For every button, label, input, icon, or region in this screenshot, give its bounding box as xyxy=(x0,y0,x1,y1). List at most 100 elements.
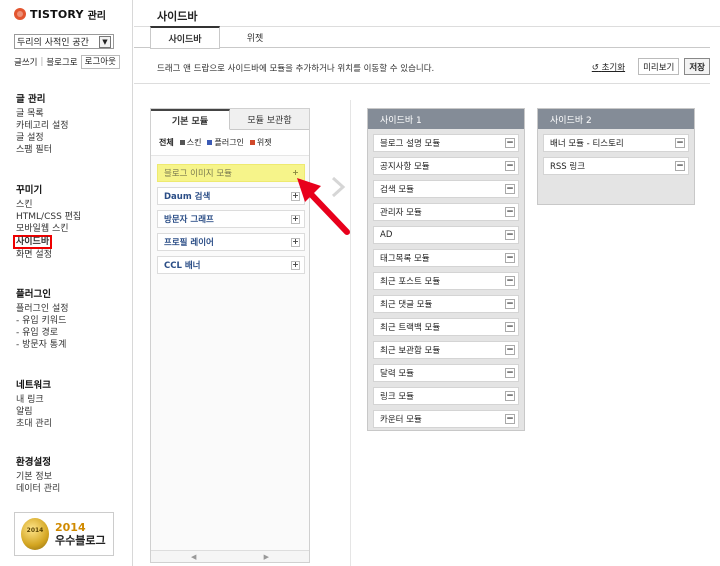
remove-icon[interactable]: − xyxy=(505,414,515,424)
remove-icon[interactable]: − xyxy=(675,161,685,171)
nav-group-title: 환경설정 xyxy=(16,457,51,468)
remove-icon[interactable]: − xyxy=(505,184,515,194)
sidebar-module[interactable]: 최근 댓글 모듈 − xyxy=(373,295,519,313)
module-item[interactable]: Daum 검색 + xyxy=(157,187,305,205)
excellent-blog-badge: 2014 2014 우수블로그 xyxy=(14,512,114,556)
write-link[interactable]: 글쓰기 xyxy=(14,56,37,68)
nav-item-html-css[interactable]: HTML/CSS 편집 xyxy=(16,211,126,223)
blog-select[interactable]: 두리의 사적인 공간 ▼ xyxy=(14,34,114,49)
nav-group-settings: 환경설정 기본 정보 데이터 관리 xyxy=(16,454,126,495)
sidebar-module[interactable]: 검색 모듈 − xyxy=(373,180,519,198)
tistory-logo[interactable]: TISTORY 관리 xyxy=(14,7,106,22)
sidebar-module[interactable]: 블로그 설명 모듈 − xyxy=(373,134,519,152)
module-item[interactable]: 블로그 이미지 모듈 + xyxy=(157,164,305,182)
module-filter: 전체 스킨 플러그인 위젯 xyxy=(151,130,309,156)
nav-item-inflow-path[interactable]: - 유입 경로 xyxy=(16,327,126,339)
sidebar-module-label: 카운터 모듈 xyxy=(380,415,422,425)
medal-text: 2014 xyxy=(26,527,44,534)
remove-icon[interactable]: − xyxy=(505,299,515,309)
module-list: 블로그 이미지 모듈 + Daum 검색 + 방문자 그래프 + 프로필 레이어 + C… xyxy=(157,164,305,279)
tab-widget[interactable]: 위젯 xyxy=(220,26,290,48)
filter-plugin[interactable]: 플러그인 xyxy=(207,137,244,148)
remove-icon[interactable]: − xyxy=(505,322,515,332)
module-item[interactable]: 방문자 그래프 + xyxy=(157,210,305,228)
sidebar-module-label: 최근 트랙백 모듈 xyxy=(380,323,441,333)
logout-button[interactable]: 로그아웃 xyxy=(80,55,120,69)
nav-item-plugin-settings[interactable]: 플러그인 설정 xyxy=(16,303,126,315)
sidebar-module[interactable]: 최근 포스트 모듈 − xyxy=(373,272,519,290)
nav-item-invites[interactable]: 초대 관리 xyxy=(16,418,126,430)
add-icon[interactable]: + xyxy=(291,260,300,270)
sidebar-module[interactable]: 링크 모듈 − xyxy=(373,387,519,405)
scroll-left-icon[interactable]: ◀ xyxy=(191,553,196,561)
reset-label: 초기화 xyxy=(601,62,626,73)
module-item[interactable]: 프로필 레이어 + xyxy=(157,233,305,251)
tab-sidebar[interactable]: 사이드바 xyxy=(150,26,220,49)
nav-item-category-settings[interactable]: 카테고리 설정 xyxy=(16,120,126,132)
sidebar-module[interactable]: RSS 링크 − xyxy=(543,157,689,175)
left-navigation: TISTORY 관리 두리의 사적인 공간 ▼ 글쓰기 | 블로그로 로그아웃 … xyxy=(0,0,133,566)
nav-item-spam-filter[interactable]: 스팸 필터 xyxy=(16,144,126,156)
filter-widget[interactable]: 위젯 xyxy=(249,137,272,148)
sidebar-module[interactable]: 최근 트랙백 모듈 − xyxy=(373,318,519,336)
reset-button[interactable]: ↺ 초기화 xyxy=(592,61,625,73)
sidebar-module[interactable]: 관리자 모듈 − xyxy=(373,203,519,221)
plugin-color-icon xyxy=(207,140,213,145)
nav-item-mobile-skin[interactable]: 모바일웹 스킨 xyxy=(16,223,126,235)
remove-icon[interactable]: − xyxy=(675,138,685,148)
nav-item-my-links[interactable]: 내 링크 xyxy=(16,394,126,406)
divider xyxy=(134,83,710,84)
nav-item-notifications[interactable]: 알림 xyxy=(16,406,126,418)
description-text: 드래그 앤 드랍으로 사이드바에 모듈을 추가하거나 위치를 이동할 수 있습니… xyxy=(157,64,435,74)
sidebar-column-1: 사이드바 1 블로그 설명 모듈 − 공지사항 모듈 − 검색 모듈 − 관리자 모듈… xyxy=(367,108,525,431)
sidebar-module[interactable]: 태그목록 모듈 − xyxy=(373,249,519,267)
nav-item-post-settings[interactable]: 글 설정 xyxy=(16,132,126,144)
sidebar-module-label: 검색 모듈 xyxy=(380,185,414,195)
filter-widget-label: 위젯 xyxy=(256,138,272,147)
nav-item-inflow-keyword[interactable]: - 유입 키워드 xyxy=(16,315,126,327)
nav-item-skin[interactable]: 스킨 xyxy=(16,199,126,211)
remove-icon[interactable]: − xyxy=(505,138,515,148)
save-button[interactable]: 저장 xyxy=(684,58,710,75)
widget-color-icon xyxy=(249,140,255,145)
horizontal-scrollbar[interactable]: ◀ ▶ xyxy=(151,550,309,562)
sidebar-module[interactable]: AD − xyxy=(373,226,519,244)
nav-item-screen-settings[interactable]: 화면 설정 xyxy=(16,249,126,261)
sidebar-module[interactable]: 카운터 모듈 − xyxy=(373,410,519,428)
nav-item-data-management[interactable]: 데이터 관리 xyxy=(16,483,126,495)
go-to-blog-link[interactable]: 블로그로 xyxy=(46,56,77,68)
page-title: 사이드바 xyxy=(157,10,198,23)
divider xyxy=(350,100,351,566)
sidebar-module[interactable]: 달력 모듈 − xyxy=(373,364,519,382)
tab-basic-modules[interactable]: 기본 모듈 xyxy=(151,109,230,130)
nav-item-visitor-stats[interactable]: - 방문자 통계 xyxy=(16,339,126,351)
remove-icon[interactable]: − xyxy=(505,207,515,217)
sidebar-module-label: 배너 모듈 - 티스토리 xyxy=(550,139,624,149)
remove-icon[interactable]: − xyxy=(505,161,515,171)
add-icon[interactable]: + xyxy=(291,237,300,247)
remove-icon[interactable]: − xyxy=(505,276,515,286)
filter-skin-label: 스킨 xyxy=(186,138,202,147)
filter-all[interactable]: 전체 xyxy=(159,137,174,148)
sidebar-module-label: 달력 모듈 xyxy=(380,369,414,379)
sidebar-module-label: 최근 포스트 모듈 xyxy=(380,277,441,287)
nav-item-sidebar[interactable]: 사이드바 xyxy=(13,235,53,249)
tab-module-storage[interactable]: 모듈 보관함 xyxy=(230,109,309,130)
remove-icon[interactable]: − xyxy=(505,230,515,240)
filter-skin[interactable]: 스킨 xyxy=(179,137,202,148)
sidebar-module[interactable]: 최근 보관함 모듈 − xyxy=(373,341,519,359)
remove-icon[interactable]: − xyxy=(505,368,515,378)
annotation-arrow-icon xyxy=(297,178,350,235)
preview-button[interactable]: 미리보기 xyxy=(638,58,680,75)
nav-item-basic-info[interactable]: 기본 정보 xyxy=(16,471,126,483)
remove-icon[interactable]: − xyxy=(505,391,515,401)
medal-icon: 2014 xyxy=(21,518,49,550)
scroll-right-icon[interactable]: ▶ xyxy=(264,553,269,561)
chevron-down-icon[interactable]: ▼ xyxy=(99,35,111,48)
remove-icon[interactable]: − xyxy=(505,253,515,263)
remove-icon[interactable]: − xyxy=(505,345,515,355)
module-item[interactable]: CCL 배너 + xyxy=(157,256,305,274)
sidebar-module[interactable]: 공지사항 모듈 − xyxy=(373,157,519,175)
sidebar-module[interactable]: 배너 모듈 - 티스토리 − xyxy=(543,134,689,152)
nav-item-post-list[interactable]: 글 목록 xyxy=(16,108,126,120)
